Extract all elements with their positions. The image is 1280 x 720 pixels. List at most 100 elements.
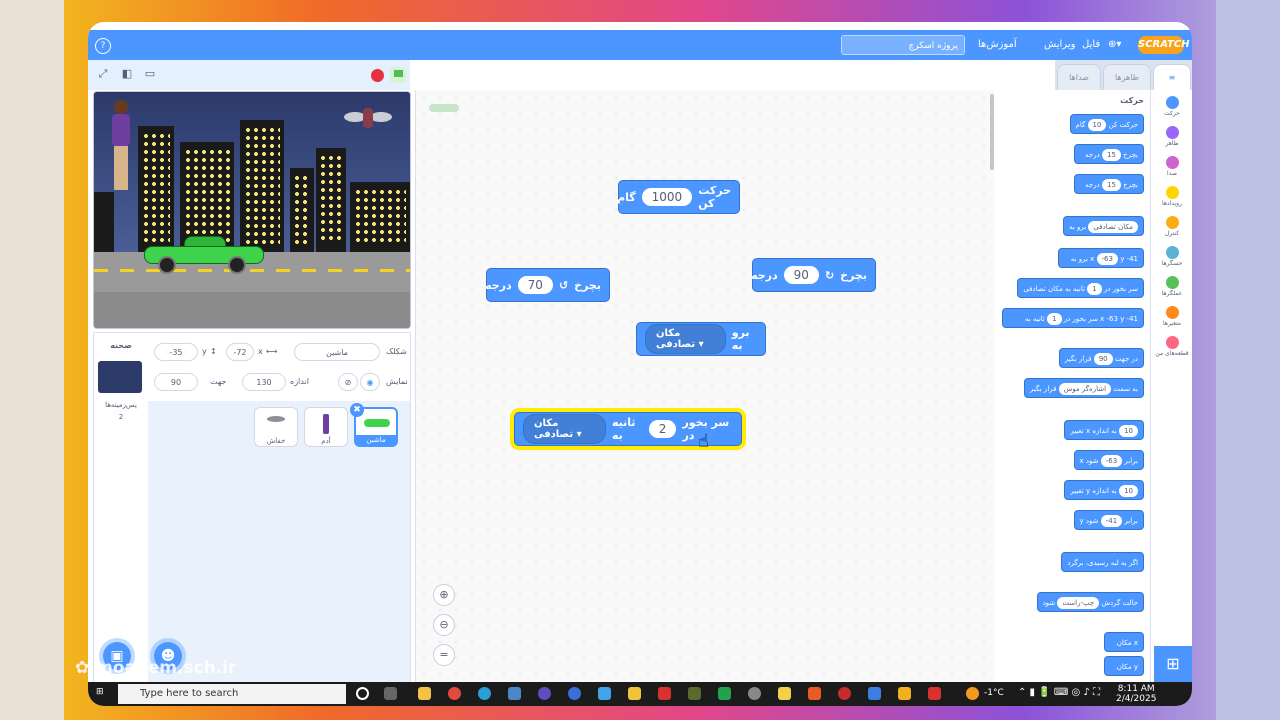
palette-block-input[interactable]: مکان تصادفی <box>1088 221 1138 233</box>
tab-sounds[interactable]: صداها <box>1057 64 1101 90</box>
tab-code[interactable]: ≡ <box>1153 64 1191 90</box>
x-input[interactable]: -72 <box>226 343 254 361</box>
zoom-in-icon[interactable]: ⊕ <box>433 584 455 606</box>
category-item[interactable]: ظاهر <box>1151 126 1192 147</box>
palette-block-input[interactable]: -41 <box>1100 515 1123 527</box>
category-item[interactable]: قطعه‌های من <box>1151 336 1192 357</box>
show-eye-icon[interactable]: ◉ <box>360 373 380 391</box>
block-dropdown[interactable]: مکان تصادفی ▾ <box>645 324 726 354</box>
palette-block[interactable]: سر بخور در 1 ثانیه به مکان تصادفی <box>1017 278 1144 298</box>
file-explorer-icon[interactable] <box>418 687 431 700</box>
app-icon[interactable] <box>718 687 731 700</box>
category-item[interactable]: رویدادها <box>1151 186 1192 207</box>
category-item[interactable]: حسگرها <box>1151 246 1192 267</box>
palette-block[interactable]: برو به مکان تصادفی <box>1063 216 1144 236</box>
file-menu[interactable]: فایل <box>1082 39 1100 50</box>
palette-block-input[interactable]: 15 <box>1101 149 1121 161</box>
palette-block-input[interactable]: -63 <box>1100 455 1123 467</box>
category-item[interactable]: متغیرها <box>1151 306 1192 327</box>
palette-block[interactable]: تغییر x به اندازه 10 <box>1064 420 1144 440</box>
hide-eye-icon[interactable]: ⊘ <box>338 373 358 391</box>
palette-block-input[interactable]: 15 <box>1101 179 1121 191</box>
sprite-bat[interactable] <box>344 104 392 130</box>
y-input[interactable]: -35 <box>154 343 198 361</box>
palette-block[interactable]: حالت گردش چپ-راست شود <box>1036 592 1144 612</box>
cortana-icon[interactable] <box>356 687 369 700</box>
stage-canvas[interactable] <box>93 91 411 329</box>
tray-icons[interactable]: ⌃ ▮ 🔋 ⌨ ◎ ♪ ⛶ <box>1018 687 1100 698</box>
fullscreen-icon[interactable]: ⤢ <box>96 67 110 81</box>
task-view-icon[interactable] <box>384 687 397 700</box>
goto-block[interactable]: مکان تصادفی ▾ برو به <box>636 322 766 356</box>
palette-block[interactable]: بچرخ 15 درجه <box>1074 174 1144 194</box>
block-value-input[interactable]: 70 <box>517 276 553 294</box>
add-extension-button[interactable]: ⊞ <box>1154 646 1192 682</box>
scratch-logo[interactable]: SCRATCH <box>1138 36 1190 54</box>
app-icon[interactable] <box>748 687 761 700</box>
edit-menu[interactable]: ویرایش <box>1044 39 1075 50</box>
sprite-tile-bat[interactable]: خفاش <box>254 407 298 447</box>
palette-block[interactable]: بچرخ 15 درجه <box>1074 144 1144 164</box>
turn-right-block[interactable]: درجه 90 ↻ بچرخ <box>751 258 876 292</box>
palette-block-input[interactable]: 10 <box>1087 119 1107 131</box>
direction-input[interactable]: 90 <box>154 373 198 391</box>
palette-block[interactable]: y برابر -41 شود <box>1073 510 1144 530</box>
block-value-input[interactable]: 2 <box>648 420 677 438</box>
app-icon[interactable] <box>898 687 911 700</box>
app-icon[interactable] <box>568 687 581 700</box>
sprite-tile-car[interactable]: ✖ ماشین <box>350 403 398 447</box>
palette-block[interactable]: تغییر y به اندازه 10 <box>1064 480 1144 500</box>
palette-block-input[interactable]: 10 <box>1119 425 1138 437</box>
app-icon[interactable] <box>928 687 941 700</box>
size-input[interactable]: 130 <box>242 373 286 391</box>
palette-block[interactable]: مکان y <box>1104 656 1144 676</box>
code-workspace[interactable]: گام 1000 حرکت کن درجه 90 ↻ بچرخ درجه 70 … <box>415 90 994 702</box>
app-icon[interactable] <box>598 687 611 700</box>
windows-start-icon[interactable]: ⊞ <box>96 687 110 701</box>
palette-block[interactable]: مکان x <box>1104 632 1144 652</box>
app-icon[interactable] <box>808 687 821 700</box>
taskbar-clock[interactable]: 8:11 AM 2/4/2025 <box>1116 684 1156 704</box>
stop-button[interactable] <box>371 69 384 82</box>
palette-block-input[interactable]: -63 <box>1096 253 1118 265</box>
tab-costumes[interactable]: ظاهرها <box>1103 64 1151 90</box>
project-title-input[interactable]: پروژه اسکرچ <box>841 35 965 55</box>
app-icon[interactable] <box>658 687 671 700</box>
block-value-input[interactable]: 1000 <box>641 188 693 206</box>
network-app-icon[interactable] <box>508 687 521 700</box>
taskbar-search-input[interactable]: Type here to search <box>118 684 346 704</box>
category-item[interactable]: حرکت <box>1151 96 1192 117</box>
category-item[interactable]: صدا <box>1151 156 1192 177</box>
app-icon[interactable] <box>838 687 851 700</box>
sprite-person[interactable] <box>106 100 136 192</box>
category-item[interactable]: کنترل <box>1151 216 1192 237</box>
palette-block-input[interactable]: 90 <box>1093 353 1113 365</box>
app-icon[interactable] <box>688 687 701 700</box>
delete-icon[interactable]: ✖ <box>350 403 364 417</box>
app-icon[interactable] <box>628 687 641 700</box>
small-stage-icon[interactable]: ◧ <box>120 67 134 81</box>
palette-block[interactable]: به سمت اشاره‌گر موس قرار بگیر <box>1023 378 1144 398</box>
sprite-car[interactable] <box>144 234 264 274</box>
zoom-out-icon[interactable]: ⊖ <box>433 614 455 636</box>
workspace-scrollbar[interactable] <box>990 94 994 170</box>
sprite-tile-person[interactable]: آدم <box>304 407 348 447</box>
sprite-name-input[interactable]: ماشین <box>294 343 380 361</box>
category-item[interactable]: عملگرها <box>1151 276 1192 297</box>
stage-thumbnail[interactable] <box>98 361 142 393</box>
globe-icon[interactable]: ⊕▾ <box>1108 39 1121 50</box>
block-value-input[interactable]: 90 <box>783 266 819 284</box>
palette-block[interactable]: در جهت 90 قرار بگیر <box>1058 348 1144 368</box>
palette-block[interactable]: اگر به لبه رسیدی، برگرد <box>1061 552 1144 572</box>
tutorials-menu[interactable]: آموزش‌ها <box>978 39 1017 50</box>
edge-icon[interactable] <box>478 687 491 700</box>
weather-icon[interactable] <box>966 687 979 700</box>
palette-block[interactable]: x برابر -63 شود <box>1073 450 1144 470</box>
chrome-icon[interactable] <box>448 687 461 700</box>
palette-block-input[interactable]: 1 <box>1047 313 1062 325</box>
palette-block-input[interactable]: 1 <box>1087 283 1102 295</box>
block-dropdown[interactable]: مکان تصادفی ▾ <box>523 414 606 444</box>
palette-block-input[interactable]: 10 <box>1119 485 1138 497</box>
palette-block-input[interactable]: چپ-راست <box>1057 597 1100 609</box>
help-icon[interactable]: ? <box>95 38 111 54</box>
